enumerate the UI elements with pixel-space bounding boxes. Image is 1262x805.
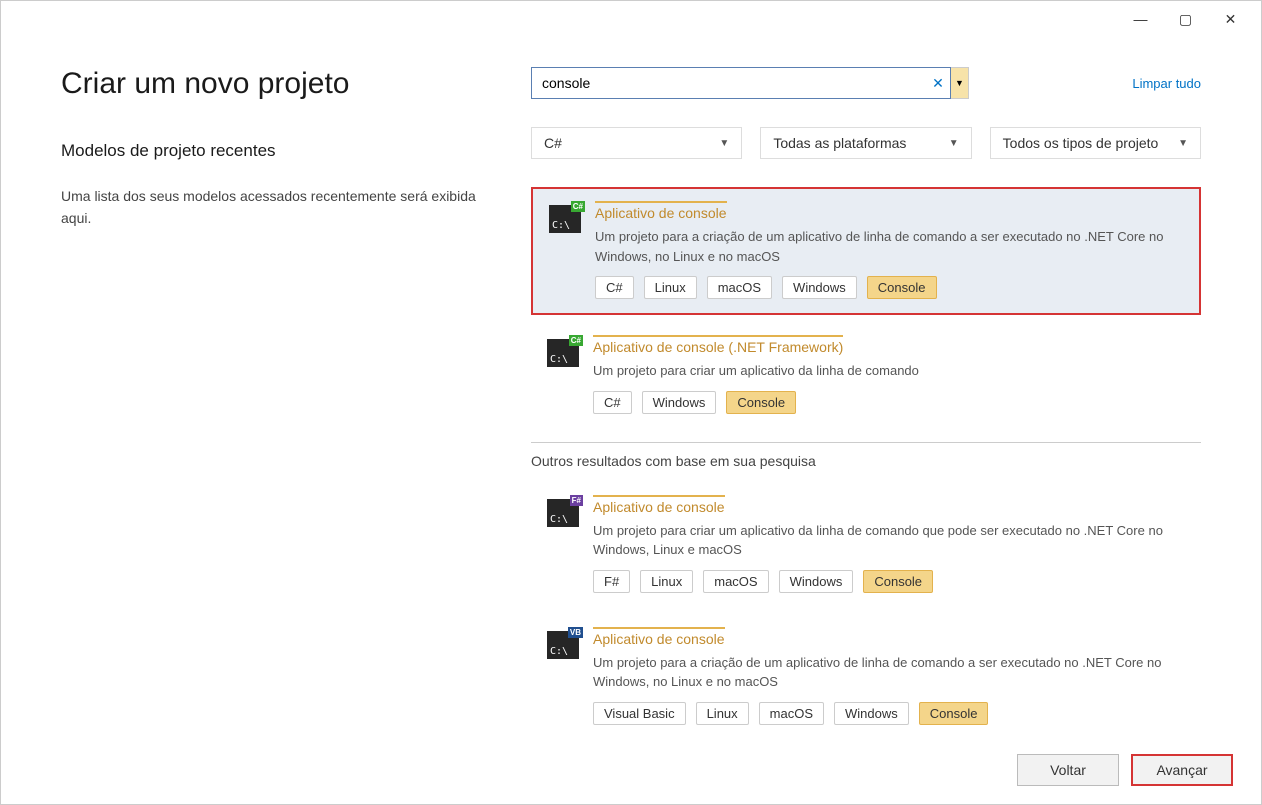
recent-templates-heading: Modelos de projeto recentes — [61, 141, 481, 161]
template-description: Um projeto para a criação de um aplicati… — [595, 227, 1183, 266]
tag: Console — [863, 570, 933, 593]
tag: Linux — [644, 276, 697, 299]
other-results-label: Outros resultados com base em sua pesqui… — [531, 453, 1201, 469]
chevron-down-icon: ▼ — [1178, 138, 1188, 149]
template-description: Um projeto para a criação de um aplicati… — [593, 653, 1185, 692]
project-type-filter-value: Todos os tipos de projeto — [1003, 135, 1159, 151]
template-title: Aplicativo de console (.NET Framework) — [593, 335, 843, 355]
search-box: ✕ — [531, 67, 951, 99]
titlebar: — ▢ ✕ — [1, 1, 1261, 37]
console-icon: C# — [547, 339, 579, 367]
tag: Windows — [642, 391, 717, 414]
tag: F# — [593, 570, 630, 593]
clear-all-link[interactable]: Limpar tudo — [1132, 76, 1201, 91]
template-description: Um projeto para criar um aplicativo da l… — [593, 521, 1185, 560]
clear-search-icon[interactable]: ✕ — [926, 68, 950, 98]
platform-filter-value: Todas as plataformas — [773, 135, 906, 151]
project-type-filter[interactable]: Todos os tipos de projeto ▼ — [990, 127, 1201, 159]
tag: macOS — [707, 276, 772, 299]
template-description: Um projeto para criar um aplicativo da l… — [593, 361, 1185, 381]
template-title: Aplicativo de console — [593, 627, 725, 647]
language-badge: C# — [569, 335, 583, 346]
minimize-button[interactable]: — — [1118, 4, 1163, 34]
tag: macOS — [759, 702, 824, 725]
next-button[interactable]: Avançar — [1131, 754, 1233, 786]
template-title: Aplicativo de console — [593, 495, 725, 515]
template-title: Aplicativo de console — [595, 201, 727, 221]
template-item[interactable]: VB Aplicativo de console Um projeto para a… — [531, 615, 1201, 739]
language-badge: C# — [571, 201, 585, 212]
tag: Console — [919, 702, 989, 725]
language-badge: VB — [568, 627, 583, 638]
close-button[interactable]: ✕ — [1208, 4, 1253, 34]
template-item[interactable]: C# Aplicativo de console Um projeto para a… — [531, 187, 1201, 315]
page-title: Criar um novo projeto — [61, 67, 481, 101]
tag: C# — [593, 391, 632, 414]
template-tags: F# Linux macOS Windows Console — [593, 570, 1185, 593]
chevron-down-icon: ▼ — [949, 138, 959, 149]
language-filter-value: C# — [544, 135, 562, 151]
template-tags: C# Linux macOS Windows Console — [595, 276, 1183, 299]
tag: macOS — [703, 570, 768, 593]
tag: Visual Basic — [593, 702, 686, 725]
maximize-button[interactable]: ▢ — [1163, 4, 1208, 34]
language-badge: F# — [570, 495, 583, 506]
tag: Linux — [640, 570, 693, 593]
platform-filter[interactable]: Todas as plataformas ▼ — [760, 127, 971, 159]
tag: Console — [726, 391, 796, 414]
template-tags: Visual Basic Linux macOS Windows Console — [593, 702, 1185, 725]
console-icon: F# — [547, 499, 579, 527]
tag: C# — [595, 276, 634, 299]
language-filter[interactable]: C# ▼ — [531, 127, 742, 159]
back-button[interactable]: Voltar — [1017, 754, 1119, 786]
recent-templates-hint: Uma lista dos seus modelos acessados rec… — [61, 185, 481, 230]
tag: Linux — [696, 702, 749, 725]
search-input[interactable] — [532, 68, 926, 98]
template-item[interactable]: F# Aplicativo de console Um projeto para c… — [531, 483, 1201, 607]
tag: Console — [867, 276, 937, 299]
divider — [531, 442, 1201, 443]
template-item[interactable]: C# Aplicativo de console (.NET Framework)… — [531, 323, 1201, 428]
search-dropdown-button[interactable]: ▼ — [951, 67, 969, 99]
console-icon: C# — [549, 205, 581, 233]
tag: Windows — [782, 276, 857, 299]
console-icon: VB — [547, 631, 579, 659]
template-tags: C# Windows Console — [593, 391, 1185, 414]
chevron-down-icon: ▼ — [719, 138, 729, 149]
tag: Windows — [834, 702, 909, 725]
tag: Windows — [779, 570, 854, 593]
